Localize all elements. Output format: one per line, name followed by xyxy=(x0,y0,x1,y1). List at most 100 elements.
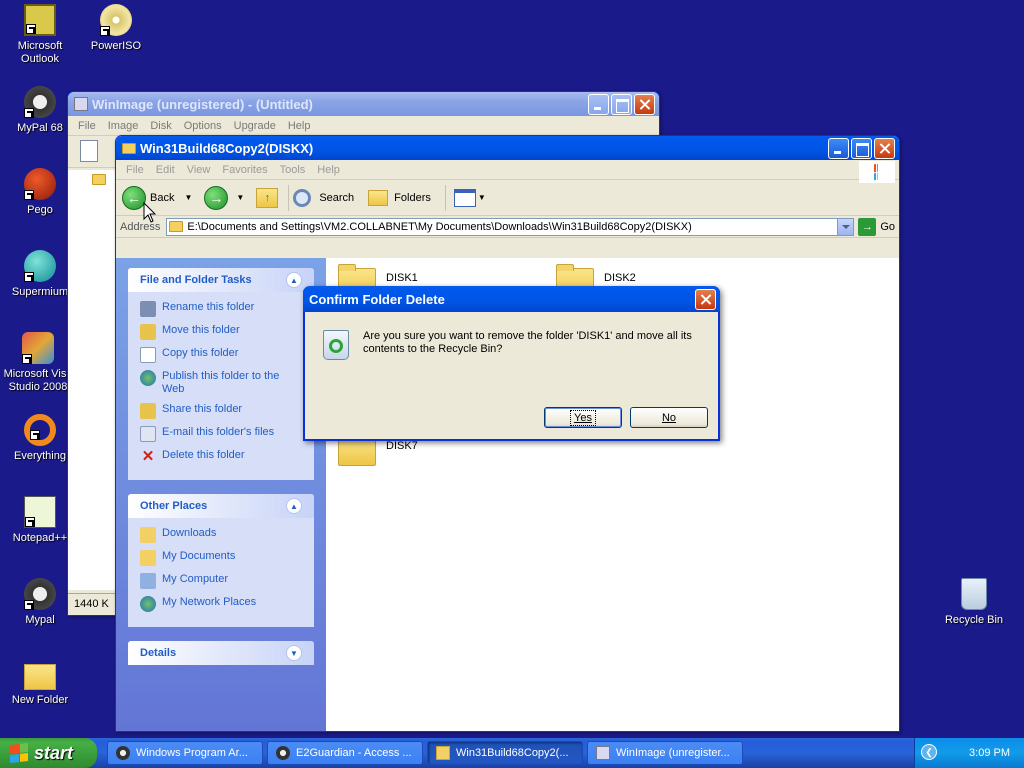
taskbar-item-e2guardian[interactable]: E2Guardian - Access ... xyxy=(267,741,423,765)
winimage-titlebar[interactable]: WinImage (unregistered) - (Untitled) xyxy=(68,92,659,116)
menu-edit[interactable]: Edit xyxy=(150,164,181,176)
yes-button[interactable]: Yes xyxy=(544,407,622,428)
raccoon-icon xyxy=(24,86,56,118)
menu-disk[interactable]: Disk xyxy=(144,120,177,132)
panel-title: Other Places xyxy=(140,500,208,512)
task-move-folder[interactable]: Move this folder xyxy=(140,324,302,340)
search-button[interactable]: Search xyxy=(293,188,354,207)
desktop-icon-label: PowerISO xyxy=(90,40,142,52)
task-share-folder[interactable]: Share this folder xyxy=(140,403,302,419)
place-downloads[interactable]: Downloads xyxy=(140,527,302,543)
window-title: Win31Build68Copy2(DISKX) xyxy=(140,140,314,156)
clock[interactable]: 3:09 PM xyxy=(969,747,1010,759)
globe-icon xyxy=(140,370,156,386)
system-tray: ❮ 3:09 PM xyxy=(914,738,1024,768)
maximize-button[interactable] xyxy=(851,137,872,159)
yes-label: Yes xyxy=(570,409,596,426)
folder-name: DISK2 xyxy=(604,272,636,284)
toolbar-separator xyxy=(288,184,290,211)
status-size: 1440 K xyxy=(74,598,109,610)
close-button[interactable] xyxy=(634,93,655,115)
menu-file[interactable]: File xyxy=(72,120,102,132)
new-file-icon[interactable] xyxy=(80,140,98,162)
place-my-documents[interactable]: My Documents xyxy=(140,550,302,566)
menu-help[interactable]: Help xyxy=(311,164,346,176)
views-dropdown-icon[interactable]: ▼ xyxy=(478,193,486,202)
folder-icon[interactable] xyxy=(92,174,106,185)
tray-expand-icon[interactable]: ❮ xyxy=(921,744,937,760)
desktop-icon-new-folder[interactable]: New Folder xyxy=(0,660,80,707)
start-button[interactable]: start xyxy=(0,738,97,768)
taskbar-item-label: Windows Program Ar... xyxy=(136,747,248,759)
forward-button[interactable]: → ▼ xyxy=(204,185,244,210)
folder-icon xyxy=(436,746,450,760)
task-email-files[interactable]: E-mail this folder's files xyxy=(140,426,302,442)
task-publish-web[interactable]: Publish this folder to the Web xyxy=(140,370,302,396)
address-bar: Address E:\Documents and Settings\VM2.CO… xyxy=(116,216,899,238)
menu-tools[interactable]: Tools xyxy=(274,164,312,176)
place-my-network[interactable]: My Network Places xyxy=(140,596,302,612)
collapse-icon[interactable]: ▲ xyxy=(286,272,302,288)
raccoon-icon xyxy=(24,578,56,610)
go-label: Go xyxy=(880,220,895,233)
minimize-button[interactable] xyxy=(828,137,849,159)
close-button[interactable] xyxy=(874,137,895,159)
folder-icon xyxy=(24,664,56,690)
up-button[interactable]: ↑ xyxy=(256,187,279,208)
maximize-button[interactable] xyxy=(611,93,632,115)
menu-options[interactable]: Options xyxy=(178,120,228,132)
address-input[interactable]: E:\Documents and Settings\VM2.COLLABNET\… xyxy=(166,217,855,236)
windows-logo-icon xyxy=(859,161,895,183)
address-value: E:\Documents and Settings\VM2.COLLABNET\… xyxy=(187,220,692,233)
taskbar-item-windows-program[interactable]: Windows Program Ar... xyxy=(107,741,263,765)
task-label: Rename this folder xyxy=(162,301,255,313)
raccoon-icon xyxy=(116,746,130,760)
back-dropdown-icon[interactable]: ▼ xyxy=(184,193,192,202)
app-icon xyxy=(74,97,88,111)
panel-header[interactable]: Details ▼ xyxy=(128,641,314,665)
menu-help[interactable]: Help xyxy=(282,120,317,132)
copy-icon xyxy=(140,347,156,363)
place-my-computer[interactable]: My Computer xyxy=(140,573,302,589)
desktop-icon-poweriso[interactable]: PowerISO xyxy=(76,4,156,53)
dialog-titlebar[interactable]: Confirm Folder Delete xyxy=(303,286,720,312)
explorer-menubar: File Edit View Favorites Tools Help xyxy=(116,160,899,183)
desktop-icon-recycle-bin[interactable]: Recycle Bin xyxy=(934,578,1014,627)
collapse-icon[interactable]: ▲ xyxy=(286,498,302,514)
menu-file[interactable]: File xyxy=(120,164,150,176)
confirm-delete-dialog[interactable]: Confirm Folder Delete Are you sure you w… xyxy=(303,286,720,441)
panel-header[interactable]: Other Places ▲ xyxy=(128,494,314,518)
rename-icon xyxy=(140,301,156,317)
taskbar-item-explorer[interactable]: Win31Build68Copy2(... xyxy=(427,741,583,765)
panel-header[interactable]: File and Folder Tasks ▲ xyxy=(128,268,314,292)
minimize-button[interactable] xyxy=(588,93,609,115)
task-label: Publish this folder to the Web xyxy=(162,370,280,395)
outlook-icon xyxy=(24,4,56,36)
explorer-titlebar[interactable]: Win31Build68Copy2(DISKX) xyxy=(116,136,899,160)
views-button[interactable]: ▼ xyxy=(453,188,486,207)
desktop-icon-outlook[interactable]: Microsoft Outlook xyxy=(0,4,80,66)
menu-image[interactable]: Image xyxy=(102,120,145,132)
close-button[interactable] xyxy=(695,288,716,310)
no-button[interactable]: No xyxy=(630,407,708,428)
winimage-menubar: File Image Disk Options Upgrade Help xyxy=(68,116,659,136)
expand-icon[interactable]: ▼ xyxy=(286,645,302,661)
task-rename-folder[interactable]: Rename this folder xyxy=(140,301,302,317)
task-copy-folder[interactable]: Copy this folder xyxy=(140,347,302,363)
back-button[interactable]: ← Back ▼ xyxy=(122,185,192,210)
address-dropdown-icon[interactable] xyxy=(837,218,854,235)
dialog-message: Are you sure you want to remove the fold… xyxy=(363,330,692,355)
task-delete-folder[interactable]: ✕ Delete this folder xyxy=(140,449,302,465)
go-button[interactable]: → Go xyxy=(858,217,895,236)
go-arrow-icon: → xyxy=(858,217,877,236)
menu-view[interactable]: View xyxy=(181,164,217,176)
folder-name: DISK7 xyxy=(386,440,418,452)
menu-favorites[interactable]: Favorites xyxy=(216,164,273,176)
task-label: Share this folder xyxy=(162,403,243,415)
toolbar-separator xyxy=(444,184,446,211)
place-label: My Documents xyxy=(162,550,236,562)
forward-dropdown-icon[interactable]: ▼ xyxy=(236,193,244,202)
menu-upgrade[interactable]: Upgrade xyxy=(228,120,282,132)
taskbar-item-winimage[interactable]: WinImage (unregister... xyxy=(587,741,743,765)
folders-button[interactable]: Folders xyxy=(368,189,431,206)
